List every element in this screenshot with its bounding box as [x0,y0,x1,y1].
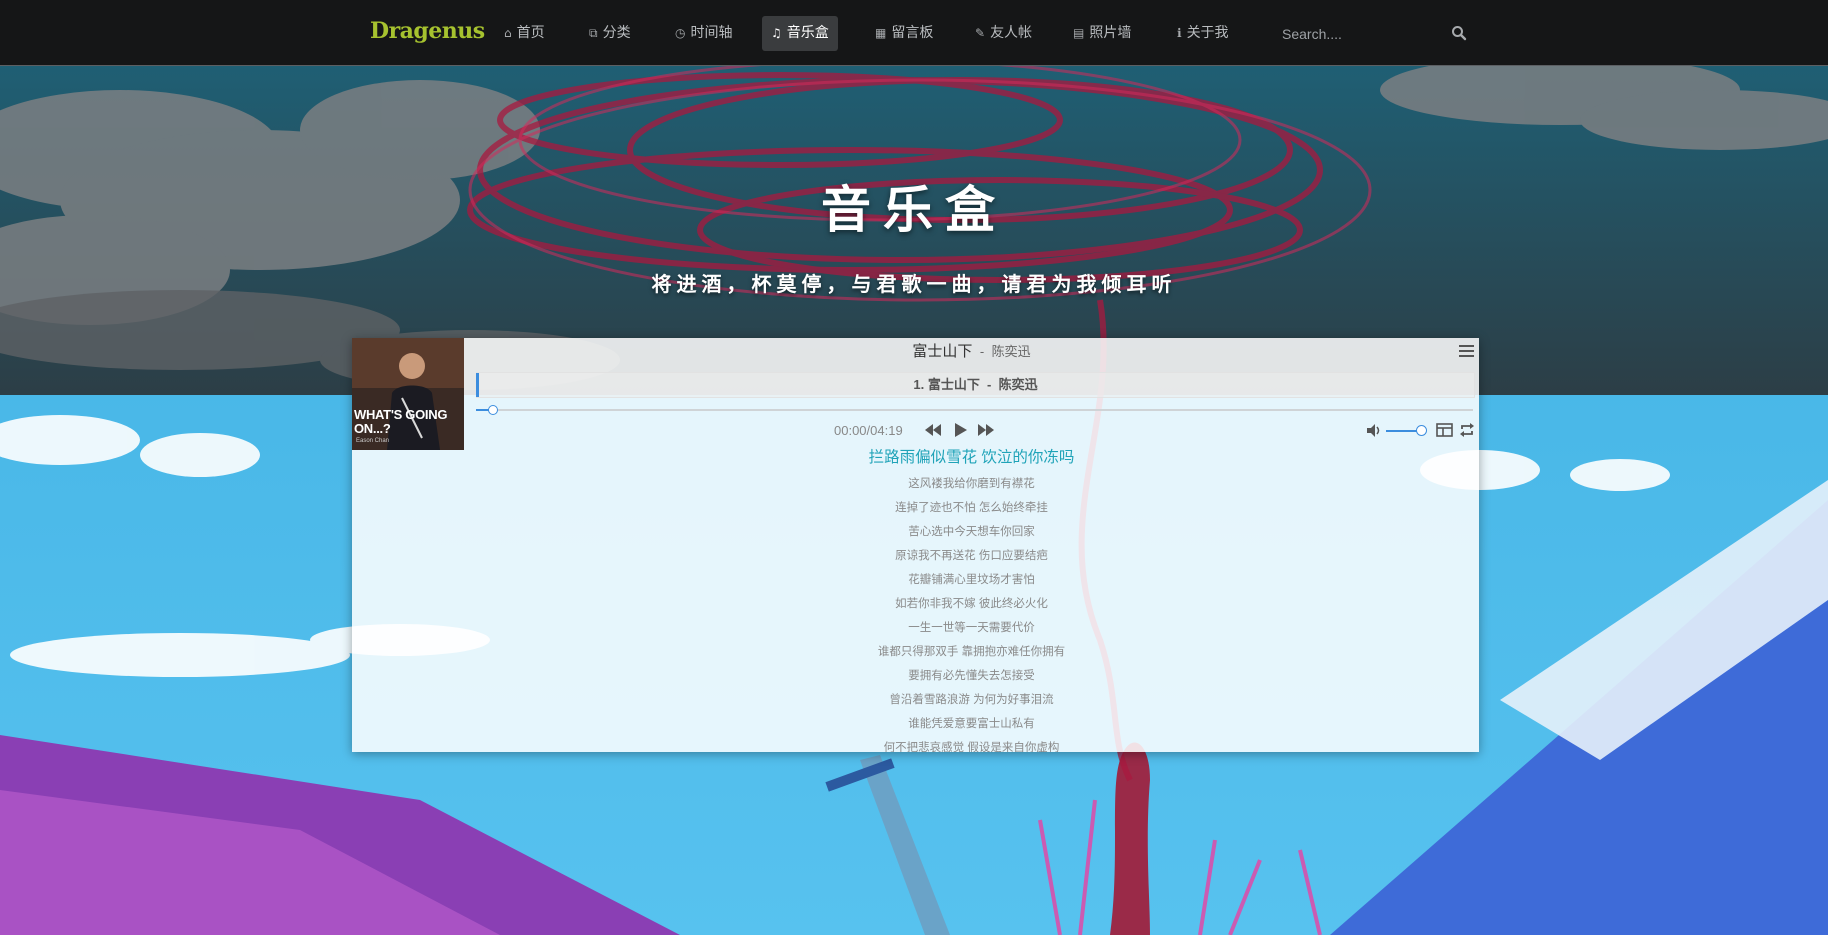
nav-label: 关于我 [1186,25,1229,41]
lyric-line: 这风褛我给你磨到有襟花 [908,478,1035,490]
time-display: 00:00/04:19 [834,423,903,438]
album-cover[interactable]: WHAT'S GOING ON...? Eason Chan [352,338,464,450]
lyric-line: 原谅我不再送花 伤口应要结疤 [895,550,1048,562]
now-playing-header: 富士山下 - 陈奕迅 [464,338,1479,366]
site-logo[interactable]: Dragenus [370,18,485,44]
page-subtitle: 将进酒，杯莫停，与君歌一曲，请君为我倾耳听 [651,272,1177,296]
info-icon: ℹ [1177,26,1182,40]
lyric-line: 如若你非我不嫁 彼此终必火化 [895,598,1048,610]
song-artist: 陈奕迅 [991,344,1031,359]
title-separator: - [979,344,985,359]
lyric-line: 曾沿着雪路浪游 为何为好事泪流 [889,694,1054,706]
book-icon: ▦ [875,26,887,40]
lyrics-panel: 拦路雨偏似雪花 饮泣的你冻吗 这风褛我给你磨到有襟花 连掉了迹也不怕 怎么始终牵… [464,446,1479,752]
volume-thumb[interactable] [1416,425,1427,436]
previous-icon[interactable] [924,421,942,439]
nav-item-timeline[interactable]: ◷ 时间轴 [666,16,741,51]
lyric-line: 谁能凭爱意要富士山私有 [908,718,1035,730]
music-player: WHAT'S GOING ON...? Eason Chan 富士山下 - 陈奕… [352,338,1479,752]
lyric-line: 谁都只得那双手 靠拥抱亦难任你拥有 [877,646,1066,658]
album-cover-text: WHAT'S GOING ON...? [354,407,448,436]
lyric-line: 连掉了迹也不怕 怎么始终牵挂 [895,502,1048,514]
copy-icon: ⧉ [589,26,598,40]
nav-label: 时间轴 [690,25,733,41]
nav-label: 音乐盒 [786,25,829,41]
top-navbar: Dragenus ⌂ 首页 ⧉ 分类 ◷ 时间轴 ♫ 音乐盒 ▦ 留言板 ✎ 友人帐 ▤ 照片… [0,0,1828,66]
next-icon[interactable] [977,421,995,439]
home-icon: ⌂ [504,26,512,40]
song-title: 富士山下 [912,343,973,360]
nav-item-guestbook[interactable]: ▦ 留言板 [866,16,942,51]
pencil-icon: ✎ [975,26,986,40]
nav-label: 分类 [602,25,631,41]
lyric-line: 何不把悲哀感觉 假设是来自你虚构 [883,742,1060,752]
nav-label: 留言板 [891,25,934,41]
nav-item-musicbox[interactable]: ♫ 音乐盒 [762,16,838,51]
loop-icon[interactable] [1459,422,1475,438]
clock-icon: ◷ [675,26,686,40]
playlist-item-label: 1. 富士山下 - 陈奕迅 [913,377,1038,392]
menu-icon[interactable] [1459,345,1474,359]
nav-label: 首页 [516,25,545,41]
play-icon[interactable] [951,421,969,439]
album-cover-subtext: Eason Chan [356,438,390,444]
picture-icon: ▤ [1073,26,1085,40]
nav-item-photos[interactable]: ▤ 照片墙 [1064,16,1140,51]
lyric-line-current: 拦路雨偏似雪花 饮泣的你冻吗 [868,449,1075,466]
playlist-toggle-icon[interactable] [1436,423,1453,437]
search-input[interactable] [1280,18,1434,50]
nav-label: 照片墙 [1089,25,1132,41]
music-icon: ♫ [771,26,782,40]
progress-bar[interactable] [476,409,1473,411]
playlist-active-indicator [476,373,479,397]
nav-item-category[interactable]: ⧉ 分类 [580,16,640,51]
lyric-line: 要拥有必先懂失去怎接受 [908,670,1035,682]
volume-icon[interactable] [1366,423,1382,438]
lyric-line: 一生一世等一天需要代价 [908,622,1035,634]
lyric-line: 苦心选中今天想车你回家 [908,526,1035,538]
search-icon[interactable] [1451,25,1467,41]
page-title: 音乐盒 [821,180,1007,239]
nav-item-about[interactable]: ℹ 关于我 [1168,16,1238,51]
nav-item-home[interactable]: ⌂ 首页 [495,16,554,51]
progress-thumb[interactable] [488,405,498,415]
lyric-line: 花瓣铺满心里坟场才害怕 [908,574,1035,586]
nav-item-friends[interactable]: ✎ 友人帐 [966,16,1041,51]
playlist-item[interactable]: 1. 富士山下 - 陈奕迅 [476,372,1475,398]
volume-slider[interactable] [1386,430,1420,432]
nav-label: 友人帐 [990,25,1033,41]
